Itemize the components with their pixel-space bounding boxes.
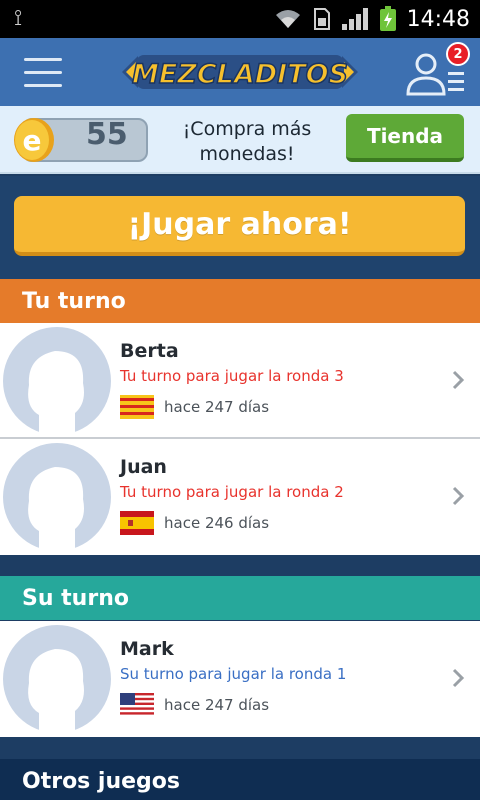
sim-icon xyxy=(313,8,330,30)
player-name: Juan xyxy=(120,456,167,478)
chevron-right-icon xyxy=(452,370,465,390)
notification-badge: 2 xyxy=(446,42,470,66)
usb-icon: ⟟ xyxy=(14,6,23,31)
clock: 14:48 xyxy=(406,6,470,32)
avatar xyxy=(3,443,111,551)
svg-text:e: e xyxy=(23,124,42,157)
turn-status: Tu turno para jugar la ronda 2 xyxy=(120,483,344,501)
section-other-games: Otros juegos xyxy=(0,759,480,800)
menu-button[interactable] xyxy=(24,52,66,92)
player-name: Berta xyxy=(120,340,179,362)
coin-count: 55 xyxy=(86,117,128,152)
play-now-button[interactable]: ¡Jugar ahora! xyxy=(14,196,465,256)
status-bar: ⟟ 14:48 xyxy=(0,0,480,38)
last-played: hace 247 días xyxy=(164,398,270,416)
section-your-turn: Tu turno xyxy=(0,279,480,323)
last-played: hace 247 días xyxy=(164,696,270,714)
app-header: MEZCLADITOS 2 xyxy=(0,38,480,106)
avatar xyxy=(3,327,111,435)
last-played: hace 246 días xyxy=(164,514,270,532)
spain-flag-icon xyxy=(120,511,154,535)
catalonia-flag-icon xyxy=(120,395,154,419)
chevron-right-icon xyxy=(452,668,465,688)
avatar xyxy=(3,625,111,733)
promo-text: ¡Compra más monedas! xyxy=(182,118,312,165)
game-row[interactable]: Juan Tu turno para jugar la ronda 2 hace… xyxy=(0,439,480,555)
coin-icon: e xyxy=(14,118,54,162)
turn-status: Su turno para jugar la ronda 1 xyxy=(120,665,347,683)
battery-icon xyxy=(379,6,396,31)
mezcladitos-logo: MEZCLADITOS xyxy=(122,55,358,91)
usa-flag-icon xyxy=(120,693,154,717)
turn-status: Tu turno para jugar la ronda 3 xyxy=(120,367,344,385)
game-row[interactable]: Mark Su turno para jugar la ronda 1 hace… xyxy=(0,621,480,737)
wifi-icon xyxy=(275,10,300,28)
chevron-right-icon xyxy=(452,486,465,506)
hamburger-icon xyxy=(24,58,62,61)
shop-button[interactable]: Tienda xyxy=(346,114,464,162)
section-their-turn: Su turno xyxy=(0,576,480,620)
player-name: Mark xyxy=(120,638,174,660)
svg-text:MEZCLADITOS: MEZCLADITOS xyxy=(132,59,348,90)
game-row[interactable]: Berta Tu turno para jugar la ronda 3 hac… xyxy=(0,323,480,439)
signal-icon xyxy=(341,8,368,30)
